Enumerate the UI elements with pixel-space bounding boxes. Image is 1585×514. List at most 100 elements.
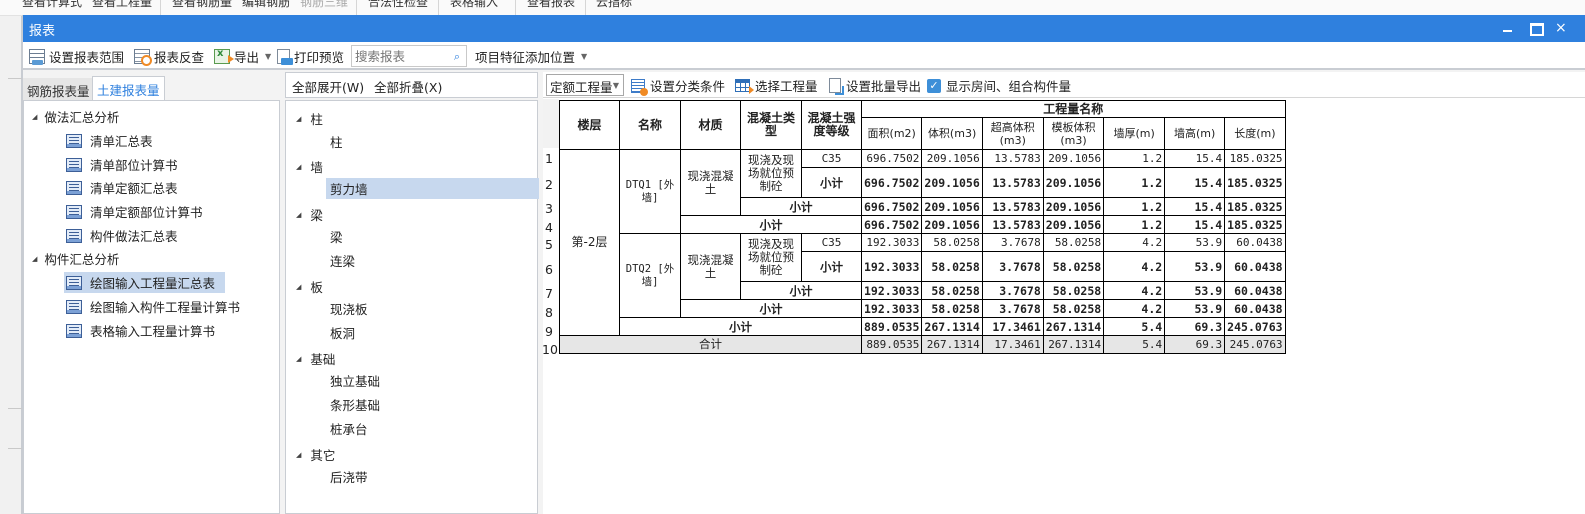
- floor-cell[interactable]: 第-2层: [559, 149, 620, 336]
- tree-item-drawing-quantity-summary[interactable]: 绘图输入工程量汇总表: [64, 272, 226, 293]
- menu-view-quantity[interactable]: 查看工程量: [92, 0, 152, 10]
- tree-item-pile-cap[interactable]: 桩承台: [326, 418, 539, 439]
- report-reverse-check-button[interactable]: 报表反查: [134, 45, 204, 67]
- value-cell[interactable]: 209.1056: [1042, 167, 1105, 198]
- tree-group-other[interactable]: ◢ 其它: [296, 445, 335, 464]
- value-cell[interactable]: 209.1056: [921, 149, 983, 168]
- value-cell[interactable]: 209.1056: [921, 215, 983, 234]
- value-cell[interactable]: 209.1056: [1042, 149, 1105, 168]
- value-cell[interactable]: 58.0258: [1042, 281, 1105, 300]
- value-cell[interactable]: 185.0325: [1224, 149, 1286, 168]
- value-cell[interactable]: 267.1314: [921, 335, 983, 354]
- expanded-triangle-icon[interactable]: ◢: [296, 211, 301, 219]
- value-cell[interactable]: 58.0258: [921, 233, 983, 252]
- export-button[interactable]: 导出 ▼: [214, 45, 271, 67]
- menu-view-formula[interactable]: 查看计算式: [22, 0, 82, 10]
- value-cell[interactable]: 1.2: [1103, 149, 1166, 168]
- close-icon[interactable]: ×: [1555, 21, 1569, 35]
- expanded-triangle-icon[interactable]: ◢: [296, 451, 301, 459]
- value-cell[interactable]: 267.1314: [1042, 335, 1105, 354]
- expand-all-button[interactable]: 全部展开(W): [292, 77, 364, 96]
- value-cell[interactable]: 13.5783: [981, 197, 1044, 216]
- report-search-input[interactable]: [352, 48, 444, 64]
- value-cell[interactable]: 3.7678: [981, 299, 1044, 318]
- value-cell[interactable]: 53.9: [1164, 281, 1226, 300]
- strength-cell[interactable]: C35: [801, 233, 862, 252]
- value-cell[interactable]: 192.3033: [860, 281, 923, 300]
- value-cell[interactable]: 69.3: [1164, 335, 1226, 354]
- value-cell[interactable]: 15.4: [1164, 149, 1226, 168]
- value-cell[interactable]: 13.5783: [981, 167, 1044, 198]
- value-cell[interactable]: 4.2: [1103, 281, 1166, 300]
- value-cell[interactable]: 60.0438: [1224, 281, 1286, 300]
- value-cell[interactable]: 60.0438: [1224, 233, 1286, 252]
- value-cell[interactable]: 192.3033: [860, 233, 923, 252]
- component-name-cell[interactable]: DTQ2 [外墙]: [619, 233, 681, 318]
- value-cell[interactable]: 13.5783: [981, 149, 1044, 168]
- value-cell[interactable]: 58.0258: [1042, 251, 1105, 282]
- expanded-triangle-icon[interactable]: ◢: [32, 113, 37, 121]
- value-cell[interactable]: 696.7502: [860, 167, 923, 198]
- value-cell[interactable]: 4.2: [1103, 233, 1166, 252]
- tree-item-bill-summary[interactable]: 清单汇总表: [64, 130, 163, 151]
- tree-item-bill-quota-location-calc[interactable]: 清单定额部位计算书: [64, 201, 213, 222]
- value-cell[interactable]: 15.4: [1164, 197, 1226, 216]
- menu-cloud-index[interactable]: 云指标: [596, 0, 632, 10]
- component-name-cell[interactable]: DTQ1 [外墙]: [619, 149, 681, 234]
- value-cell[interactable]: 60.0438: [1224, 251, 1286, 282]
- value-cell[interactable]: 58.0258: [921, 281, 983, 300]
- value-cell[interactable]: 889.0535: [860, 317, 923, 336]
- value-cell[interactable]: 209.1056: [1042, 215, 1105, 234]
- value-cell[interactable]: 58.0258: [1042, 299, 1105, 318]
- value-cell[interactable]: 192.3033: [860, 251, 923, 282]
- value-cell[interactable]: 209.1056: [921, 197, 983, 216]
- tree-item-shear-wall[interactable]: 剪力墙: [326, 178, 539, 199]
- value-cell[interactable]: 15.4: [1164, 167, 1226, 198]
- material-cell[interactable]: 现浇混凝土: [680, 149, 741, 216]
- value-cell[interactable]: 58.0258: [921, 299, 983, 318]
- dialog-titlebar[interactable]: 报表 ×: [23, 15, 1585, 42]
- value-cell[interactable]: 185.0325: [1224, 215, 1286, 234]
- value-cell[interactable]: 209.1056: [1042, 197, 1105, 216]
- value-cell[interactable]: 60.0438: [1224, 299, 1286, 318]
- select-quantity-button[interactable]: 选择工程量: [735, 76, 818, 95]
- show-rooms-checkbox[interactable]: ✓ 显示房间、组合构件量: [927, 76, 1071, 95]
- menu-view-rebar[interactable]: 查看钢筋量: [172, 0, 232, 10]
- tree-item-bill-quota-summary[interactable]: 清单定额汇总表: [64, 177, 188, 198]
- material-cell[interactable]: 现浇混凝土: [680, 233, 741, 300]
- tree-item-bill-location-calc[interactable]: 清单部位计算书: [64, 154, 188, 175]
- value-cell[interactable]: 58.0258: [1042, 233, 1105, 252]
- value-cell[interactable]: 1.2: [1103, 197, 1166, 216]
- minimize-icon[interactable]: [1501, 22, 1515, 34]
- value-cell[interactable]: 889.0535: [860, 335, 923, 354]
- tree-item-slab-opening[interactable]: 板洞: [326, 322, 539, 343]
- value-cell[interactable]: 53.9: [1164, 299, 1226, 318]
- expanded-triangle-icon[interactable]: ◢: [296, 163, 301, 171]
- value-cell[interactable]: 53.9: [1164, 233, 1226, 252]
- value-cell[interactable]: 69.3: [1164, 317, 1226, 336]
- tree-group-slab[interactable]: ◢ 板: [296, 277, 323, 296]
- value-cell[interactable]: 696.7502: [860, 215, 923, 234]
- value-cell[interactable]: 245.0763: [1224, 335, 1286, 354]
- value-cell[interactable]: 1.2: [1103, 215, 1166, 234]
- value-cell[interactable]: 53.9: [1164, 251, 1226, 282]
- checkbox-checked-icon[interactable]: ✓: [927, 78, 941, 93]
- value-cell[interactable]: 696.7502: [860, 149, 923, 168]
- value-cell[interactable]: 192.3033: [860, 299, 923, 318]
- feature-position-dropdown[interactable]: 项目特征添加位置 ▼: [475, 45, 587, 67]
- tree-item-cast-slab[interactable]: 现浇板: [326, 298, 539, 319]
- value-cell[interactable]: 5.4: [1103, 335, 1166, 354]
- batch-export-button[interactable]: 设置批量导出: [829, 76, 921, 95]
- set-report-range-button[interactable]: 设置报表范围: [29, 45, 124, 67]
- search-icon[interactable]: ⌕: [454, 50, 460, 64]
- set-category-button[interactable]: 设置分类条件: [631, 76, 725, 96]
- tree-item-column[interactable]: 柱: [326, 131, 539, 152]
- value-cell[interactable]: 4.2: [1103, 251, 1166, 282]
- tree-group-component-summary[interactable]: ◢ 构件汇总分析: [32, 249, 119, 268]
- value-cell[interactable]: 696.7502: [860, 197, 923, 216]
- value-cell[interactable]: 5.4: [1103, 317, 1166, 336]
- tree-item-post-cast-strip[interactable]: 后浇带: [326, 466, 539, 487]
- tree-group-column[interactable]: ◢ 柱: [296, 109, 323, 128]
- value-cell[interactable]: 4.2: [1103, 299, 1166, 318]
- value-cell[interactable]: 267.1314: [1042, 317, 1105, 336]
